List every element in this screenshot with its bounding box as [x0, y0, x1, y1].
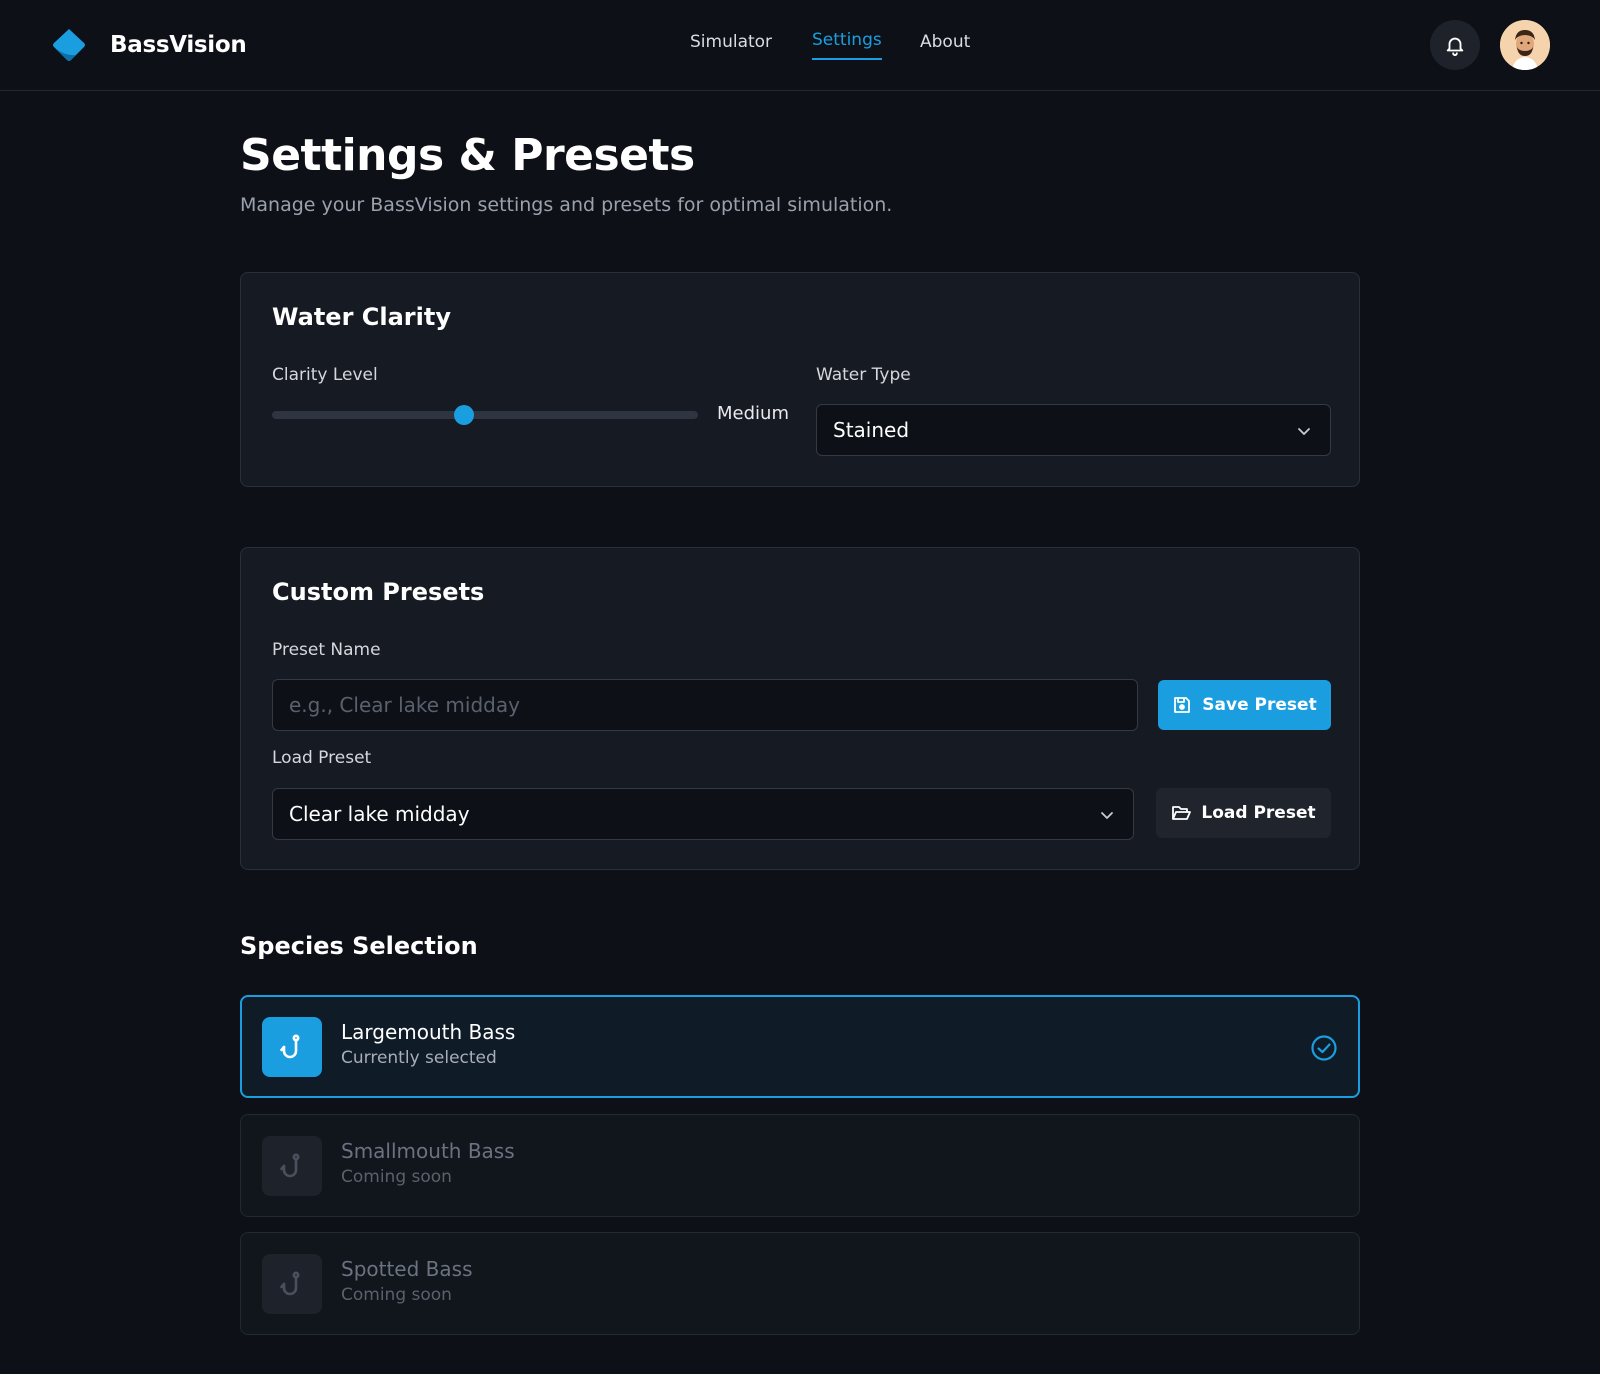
water-type-value: Stained: [833, 418, 910, 442]
save-icon: [1174, 697, 1191, 713]
species-selection-title: Species Selection: [240, 932, 478, 960]
load-preset-button-label: Load Preset: [1201, 803, 1316, 823]
species-icon-container: [262, 1254, 322, 1314]
load-preset-value: Clear lake midday: [289, 802, 470, 826]
species-name: Largemouth Bass: [341, 1020, 516, 1044]
chevron-down-icon: [1298, 428, 1310, 435]
species-icon-container: [262, 1017, 322, 1077]
notifications-button[interactable]: [1430, 20, 1480, 70]
species-option-smallmouth-bass[interactable]: Smallmouth Bass Coming soon: [240, 1114, 1360, 1217]
species-status: Coming soon: [341, 1285, 452, 1305]
chevron-down-icon: [1101, 812, 1113, 819]
load-preset-button[interactable]: Load Preset: [1156, 788, 1331, 838]
top-navigation-bar: BassVision Simulator Settings About: [0, 0, 1600, 91]
clarity-level-value: Medium: [717, 403, 789, 424]
species-icon-container: [262, 1136, 322, 1196]
clarity-level-slider[interactable]: [272, 405, 698, 425]
clarity-level-slider-thumb[interactable]: [453, 405, 474, 425]
load-preset-select[interactable]: Clear lake midday: [272, 788, 1134, 840]
species-status: Coming soon: [341, 1167, 452, 1187]
brand-logo-icon: [53, 29, 85, 61]
species-status: Currently selected: [341, 1048, 497, 1068]
avatar[interactable]: [1500, 20, 1550, 70]
page-title: Settings & Presets: [240, 130, 695, 181]
water-type-label: Water Type: [816, 365, 911, 385]
fish-hook-icon: [280, 1153, 300, 1178]
brand-name: BassVision: [110, 32, 247, 58]
water-clarity-card: Water Clarity Clarity Level Medium Water…: [240, 272, 1360, 487]
load-preset-label: Load Preset: [272, 748, 372, 768]
avatar-image: [1500, 20, 1550, 70]
nav-item-about[interactable]: About: [920, 32, 970, 62]
water-type-select[interactable]: Stained: [816, 404, 1331, 456]
species-name: Smallmouth Bass: [341, 1139, 515, 1163]
custom-presets-title: Custom Presets: [272, 578, 485, 606]
species-option-spotted-bass[interactable]: Spotted Bass Coming soon: [240, 1232, 1360, 1335]
custom-presets-card: Custom Presets Preset Name Save Preset L…: [240, 547, 1360, 870]
folder-open-icon: [1172, 806, 1192, 820]
bell-icon: [1446, 37, 1464, 56]
nav-item-simulator[interactable]: Simulator: [690, 32, 772, 62]
save-preset-button[interactable]: Save Preset: [1158, 680, 1331, 730]
page-subtitle: Manage your BassVision settings and pres…: [240, 194, 893, 216]
clarity-level-label: Clarity Level: [272, 365, 378, 385]
species-option-largemouth-bass[interactable]: Largemouth Bass Currently selected: [240, 995, 1360, 1098]
species-name: Spotted Bass: [341, 1257, 473, 1281]
fish-hook-icon: [280, 1271, 300, 1296]
nav-item-settings[interactable]: Settings: [812, 30, 882, 60]
preset-name-input[interactable]: [272, 679, 1138, 731]
preset-name-label: Preset Name: [272, 640, 381, 660]
fish-hook-icon: [280, 1034, 300, 1059]
check-circle-icon: [1311, 1035, 1337, 1061]
water-clarity-title: Water Clarity: [272, 303, 451, 331]
save-preset-label: Save Preset: [1202, 695, 1317, 715]
brand[interactable]: BassVision: [50, 26, 247, 64]
